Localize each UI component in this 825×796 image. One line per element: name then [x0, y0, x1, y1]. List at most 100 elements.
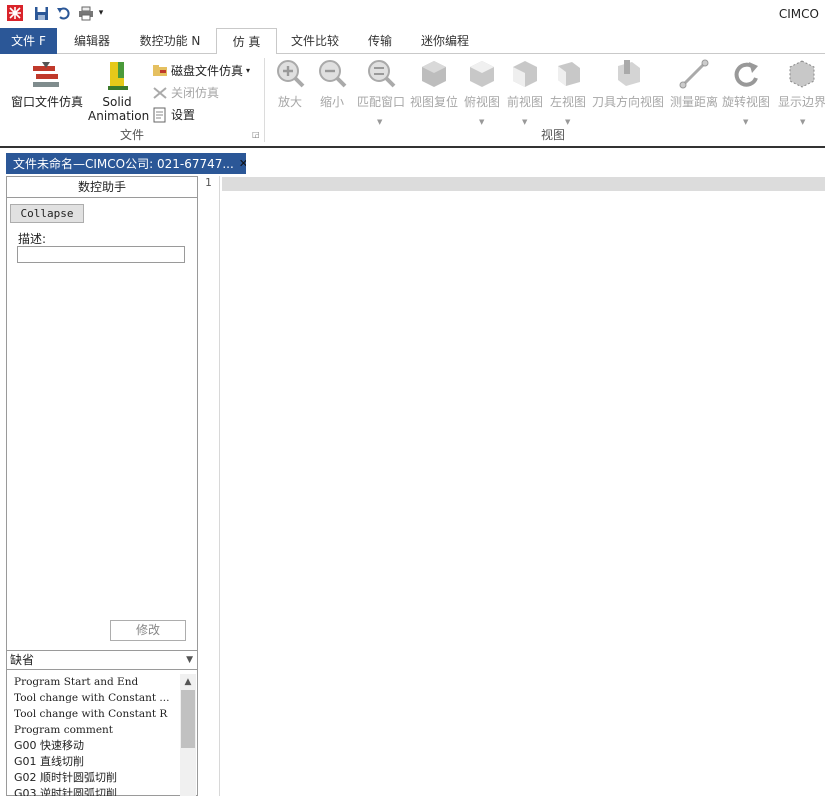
settings-label: 设置	[171, 108, 196, 122]
zoom-in-label: 放大	[277, 95, 302, 109]
list-scrollbar[interactable]: ▲	[180, 674, 196, 796]
show-bounds-label: 显示边界	[777, 95, 825, 109]
rotate-view-button[interactable]: 旋转视图	[720, 58, 772, 110]
chevron-down-icon: ▾	[246, 66, 251, 75]
list-item[interactable]: G02 顺时针圆弧切削	[7, 770, 197, 786]
solid-animation-line2: Animation	[88, 109, 150, 123]
list-item[interactable]: Tool change with Constant ...	[7, 690, 197, 706]
close-sim-icon	[153, 86, 167, 99]
chevron-down-icon[interactable]: ▼	[522, 118, 527, 126]
settings-button[interactable]: 设置	[152, 106, 195, 123]
preset-value: 缺省	[10, 653, 35, 667]
left-view-icon	[558, 62, 580, 86]
zoom-out-button[interactable]: 缩小	[314, 58, 350, 110]
left-view-button[interactable]: 左视图	[548, 58, 588, 110]
front-view-label: 前视图	[506, 95, 543, 109]
undo-icon[interactable]	[54, 4, 72, 22]
rotate-icon	[734, 62, 758, 87]
reset-view-button[interactable]: 视图复位	[408, 58, 460, 110]
disk-file-sim-label: 磁盘文件仿真	[171, 64, 244, 78]
chevron-down-icon[interactable]: ▼	[479, 118, 484, 126]
chevron-down-icon[interactable]: ▼	[743, 118, 748, 126]
view-group-label: 视图	[541, 128, 566, 142]
template-list: Program Start and End Tool change with C…	[7, 674, 197, 796]
tab-transfer[interactable]: 传输	[355, 28, 405, 54]
ribbon-tab-bar: 文件 F 编辑器 数控功能 N 仿 真 文件比较 传输 迷你编程	[0, 28, 825, 55]
list-item[interactable]: Tool change with Constant R	[7, 706, 197, 722]
document-tab-bar: 文件未命名—CIMCO公司: 021-67747... ✕	[0, 150, 825, 176]
measure-distance-label: 测量距离	[669, 95, 718, 109]
window-file-sim-button[interactable]: 窗口文件仿真	[8, 60, 86, 110]
tool-direction-view-button[interactable]: 刀具方向视图	[591, 58, 665, 110]
fit-window-button[interactable]: 匹配窗口	[356, 58, 406, 110]
current-line-highlight[interactable]	[222, 177, 825, 191]
close-sim-label: 关闭仿真	[171, 86, 220, 100]
settings-icon	[153, 107, 166, 122]
disk-file-sim-button[interactable]: 磁盘文件仿真 ▾	[152, 62, 250, 79]
rotate-view-label: 旋转视图	[721, 95, 770, 109]
reset-view-label: 视图复位	[409, 95, 458, 109]
document-tab[interactable]: 文件未命名—CIMCO公司: 021-67747... ✕	[6, 153, 246, 174]
tab-simulation[interactable]: 仿 真	[216, 28, 277, 55]
zoom-out-icon	[319, 60, 347, 88]
chevron-down-icon[interactable]: ▼	[565, 118, 570, 126]
tool-direction-view-label: 刀具方向视图	[591, 95, 664, 109]
close-sim-button[interactable]: 关闭仿真	[152, 84, 219, 101]
list-item[interactable]: Program Start and End	[7, 674, 197, 690]
tab-file[interactable]: 文件 F	[0, 28, 57, 54]
front-view-button[interactable]: 前视图	[505, 58, 545, 110]
customize-dropdown-icon[interactable]: ▾	[96, 4, 106, 22]
app-logo-icon[interactable]	[6, 4, 24, 22]
zoom-in-button[interactable]: 放大	[272, 58, 308, 110]
zoom-out-label: 缩小	[319, 95, 344, 109]
window-file-sim-label: 窗口文件仿真	[10, 95, 83, 109]
tool-direction-icon	[618, 60, 640, 86]
scrollbar-thumb[interactable]	[181, 690, 195, 748]
assistant-title: 数控助手	[7, 177, 197, 198]
title-bar: ▾ CIMCO	[0, 0, 825, 28]
app-title: CIMCO	[778, 7, 819, 21]
show-bounds-button[interactable]: 显示边界	[774, 58, 825, 110]
print-icon[interactable]	[77, 4, 95, 22]
chevron-up-icon[interactable]: ▲	[180, 674, 196, 690]
description-label: 描述:	[18, 232, 47, 246]
solid-animation-icon	[108, 62, 128, 90]
measure-distance-button[interactable]: 测量距离	[668, 58, 720, 110]
tab-nc-functions[interactable]: 数控功能 N	[128, 28, 212, 54]
list-item[interactable]: Program comment	[7, 722, 197, 738]
tab-editor[interactable]: 编辑器	[62, 28, 122, 54]
list-item[interactable]: G03 逆时针圆弧切削	[7, 786, 197, 796]
line-number-gutter: 1	[202, 176, 220, 796]
description-input[interactable]	[17, 246, 185, 263]
modify-button[interactable]: 修改	[110, 620, 186, 641]
top-view-label: 俯视图	[463, 95, 500, 109]
front-view-icon	[513, 61, 537, 87]
solid-animation-line1: Solid	[102, 95, 132, 109]
nc-assistant-panel: 数控助手 Collapse 描述: 修改 缺省 ▼ Program Start …	[6, 176, 198, 796]
measure-icon	[679, 59, 709, 89]
save-icon[interactable]	[32, 4, 50, 22]
solid-animation-button[interactable]: Solid Animation	[88, 60, 150, 123]
ribbon: 窗口文件仿真 Solid Animation 磁盘文件仿真 ▾ 关闭仿真 设置 …	[0, 54, 825, 148]
list-item[interactable]: G00 快速移动	[7, 738, 197, 754]
top-view-icon	[470, 61, 494, 87]
code-editor[interactable]: 1	[202, 176, 825, 796]
window-sim-icon	[33, 62, 59, 87]
preset-select[interactable]: 缺省 ▼	[7, 650, 197, 670]
tab-mini-programming[interactable]: 迷你编程	[411, 28, 479, 54]
top-view-button[interactable]: 俯视图	[462, 58, 502, 110]
chevron-down-icon[interactable]: ▼	[377, 118, 382, 126]
close-icon[interactable]: ✕	[239, 157, 246, 170]
chevron-down-icon: ▼	[186, 655, 193, 665]
dialog-launcher-icon[interactable]: ◲	[252, 130, 260, 139]
reset-view-icon	[422, 61, 446, 87]
collapse-button[interactable]: Collapse	[10, 204, 84, 223]
file-group-label: 文件	[120, 128, 145, 142]
zoom-in-icon	[277, 60, 305, 88]
list-item[interactable]: G01 直线切削	[7, 754, 197, 770]
show-bounds-icon	[789, 60, 815, 88]
left-view-label: 左视图	[549, 95, 586, 109]
tab-file-compare[interactable]: 文件比较	[281, 28, 349, 54]
document-tab-label: 文件未命名—CIMCO公司: 021-67747...	[13, 157, 234, 171]
chevron-down-icon[interactable]: ▼	[800, 118, 805, 126]
